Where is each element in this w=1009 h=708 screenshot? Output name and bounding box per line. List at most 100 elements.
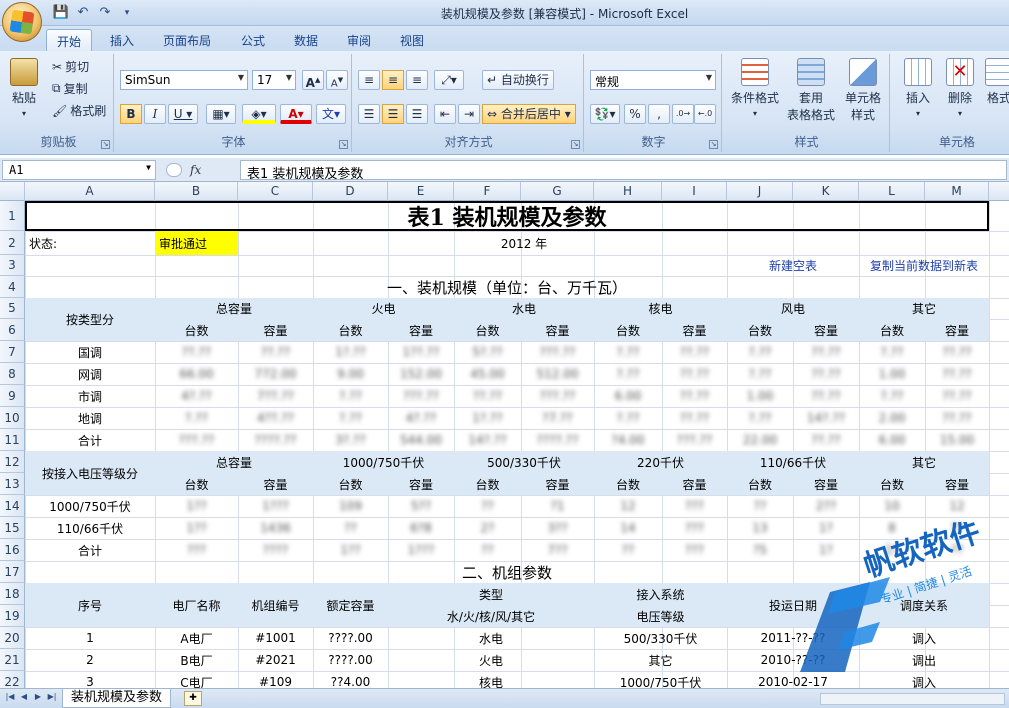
data-cell[interactable]: 10 bbox=[859, 495, 925, 517]
data-cell[interactable]: 1?.?? bbox=[454, 407, 521, 429]
data-cell[interactable]: ??? bbox=[662, 517, 727, 539]
header-type[interactable]: 类型 bbox=[388, 583, 594, 605]
section-title[interactable]: 一、装机规模（单位：台、万千瓦） bbox=[25, 276, 989, 298]
header-count[interactable]: 台数 bbox=[859, 319, 925, 341]
tab-insert[interactable]: 插入 bbox=[100, 29, 144, 51]
unit-plant[interactable]: C电厂 bbox=[155, 671, 238, 689]
row-header-20[interactable]: 20 bbox=[0, 627, 25, 649]
data-cell[interactable]: ??.?? bbox=[925, 385, 989, 407]
header-count[interactable]: 台数 bbox=[454, 319, 521, 341]
tab-home[interactable]: 开始 bbox=[46, 29, 93, 51]
dialog-launcher-icon[interactable]: ↘ bbox=[571, 140, 580, 149]
header-grid-sub[interactable]: 电压等级 bbox=[594, 605, 727, 627]
cell-styles-button[interactable]: 单元格 样式 bbox=[840, 58, 886, 123]
header-capacity[interactable]: 容量 bbox=[238, 319, 313, 341]
grow-font-icon[interactable]: A▲ bbox=[302, 70, 324, 90]
column-header-g[interactable]: G bbox=[521, 182, 594, 201]
bold-button[interactable]: B bbox=[120, 104, 142, 124]
header-capacity[interactable]: 容量 bbox=[388, 319, 454, 341]
data-cell[interactable]: ??.?? bbox=[793, 385, 859, 407]
data-cell[interactable]: ??.?? bbox=[454, 385, 521, 407]
data-cell[interactable]: ???.?? bbox=[521, 385, 594, 407]
unit-rated[interactable]: ????.00 bbox=[313, 627, 388, 649]
data-cell[interactable]: 1? bbox=[859, 539, 925, 561]
next-sheet-icon[interactable]: ▶ bbox=[32, 692, 44, 704]
header-capacity[interactable]: 容量 bbox=[388, 473, 454, 495]
header-group[interactable]: 500/330千伏 bbox=[454, 451, 594, 473]
tab-formulas[interactable]: 公式 bbox=[231, 29, 275, 51]
data-cell[interactable]: ??.?? bbox=[662, 407, 727, 429]
unit-dispatch[interactable]: 调出 bbox=[859, 649, 989, 671]
header-count[interactable]: 台数 bbox=[313, 473, 388, 495]
column-header-l[interactable]: L bbox=[859, 182, 925, 201]
unit-date[interactable]: 2011-??-?? bbox=[727, 627, 859, 649]
decrease-decimal-icon[interactable]: ←.0 bbox=[694, 104, 716, 124]
row-header-12[interactable]: 12 bbox=[0, 451, 25, 473]
unit-voltage[interactable]: 500/330千伏 bbox=[594, 627, 727, 649]
data-cell[interactable]: 14?.?? bbox=[793, 407, 859, 429]
increase-decimal-icon[interactable]: .0→ bbox=[672, 104, 694, 124]
unit-dispatch[interactable]: 调入 bbox=[859, 671, 989, 689]
italic-button[interactable]: I bbox=[144, 104, 166, 124]
data-cell[interactable]: 1?.?? bbox=[313, 341, 388, 363]
tab-view[interactable]: 视图 bbox=[390, 29, 434, 51]
tab-review[interactable]: 审阅 bbox=[337, 29, 381, 51]
data-cell[interactable]: 109 bbox=[313, 495, 388, 517]
data-cell[interactable]: ??.?? bbox=[925, 341, 989, 363]
column-header-k[interactable]: K bbox=[793, 182, 859, 201]
data-cell[interactable]: ???? bbox=[238, 539, 313, 561]
unit-voltage[interactable]: 1000/750千伏 bbox=[594, 671, 727, 689]
data-cell[interactable]: ?7.?? bbox=[521, 407, 594, 429]
decrease-indent-icon[interactable]: ⇤ bbox=[434, 104, 456, 124]
copy-button[interactable]: ⧉ 复制 bbox=[52, 80, 88, 97]
data-cell[interactable]: 4??.?? bbox=[238, 407, 313, 429]
data-cell[interactable]: ??.?? bbox=[662, 363, 727, 385]
last-sheet-icon[interactable]: ▶| bbox=[46, 692, 58, 704]
data-cell[interactable]: ?.?? bbox=[594, 341, 662, 363]
formula-input[interactable]: 表1 装机规模及参数 bbox=[240, 160, 1007, 182]
unit-date[interactable]: 2010-02-17 bbox=[727, 671, 859, 688]
row-header-7[interactable]: 7 bbox=[0, 341, 25, 363]
header-group[interactable]: 火电 bbox=[313, 298, 454, 319]
unit-rated[interactable]: ??4.00 bbox=[313, 671, 388, 688]
data-cell[interactable]: ??.?? bbox=[662, 341, 727, 363]
unit-type[interactable]: 核电 bbox=[388, 671, 594, 689]
header-group[interactable]: 其它 bbox=[859, 298, 989, 319]
header-count[interactable]: 台数 bbox=[594, 319, 662, 341]
name-box[interactable]: A1 ▼ bbox=[2, 160, 156, 180]
header-group[interactable]: 总容量 bbox=[155, 298, 313, 319]
data-cell[interactable]: ?? bbox=[925, 539, 989, 561]
row-header-10[interactable]: 10 bbox=[0, 407, 25, 429]
format-cells-button[interactable]: 格式 bbox=[984, 58, 1009, 106]
row-label[interactable]: 市调 bbox=[25, 385, 155, 407]
unit-id[interactable]: #2021 bbox=[238, 649, 313, 671]
align-center-icon[interactable]: ☰ bbox=[382, 104, 404, 124]
format-painter-button[interactable]: 🖌 格式刷 bbox=[52, 102, 106, 119]
percent-icon[interactable]: % bbox=[624, 104, 646, 124]
row-header-13[interactable]: 13 bbox=[0, 473, 25, 495]
data-cell[interactable]: 6?8 bbox=[388, 517, 454, 539]
header-capacity[interactable]: 容量 bbox=[925, 319, 989, 341]
header-group[interactable]: 其它 bbox=[859, 451, 989, 473]
unit-seq[interactable]: 1 bbox=[25, 627, 155, 649]
data-cell[interactable]: ??.?? bbox=[793, 341, 859, 363]
unit-rated[interactable]: ????.00 bbox=[313, 649, 388, 671]
data-cell[interactable]: 9.00 bbox=[313, 363, 388, 385]
data-cell[interactable]: ?.?? bbox=[155, 407, 238, 429]
header-group[interactable]: 110/66千伏 bbox=[727, 451, 859, 473]
data-cell[interactable]: ??? bbox=[662, 495, 727, 517]
header-group[interactable]: 风电 bbox=[727, 298, 859, 319]
row-header-5[interactable]: 5 bbox=[0, 298, 25, 319]
row-header-14[interactable]: 14 bbox=[0, 495, 25, 517]
unit-date[interactable]: 2010-??-?? bbox=[727, 649, 859, 671]
cut-button[interactable]: ✂ 剪切 bbox=[52, 58, 89, 75]
unit-id[interactable]: #109 bbox=[238, 671, 313, 688]
row-header-19[interactable]: 19 bbox=[0, 605, 25, 627]
header-seq[interactable]: 序号 bbox=[25, 583, 155, 627]
data-cell[interactable]: ?? bbox=[454, 539, 521, 561]
data-cell[interactable]: ???.?? bbox=[388, 385, 454, 407]
header-by-voltage[interactable]: 按接入电压等级分 bbox=[25, 451, 155, 495]
unit-plant[interactable]: A电厂 bbox=[155, 627, 238, 649]
data-cell[interactable]: 2? bbox=[454, 517, 521, 539]
align-left-icon[interactable]: ☰ bbox=[358, 104, 380, 124]
